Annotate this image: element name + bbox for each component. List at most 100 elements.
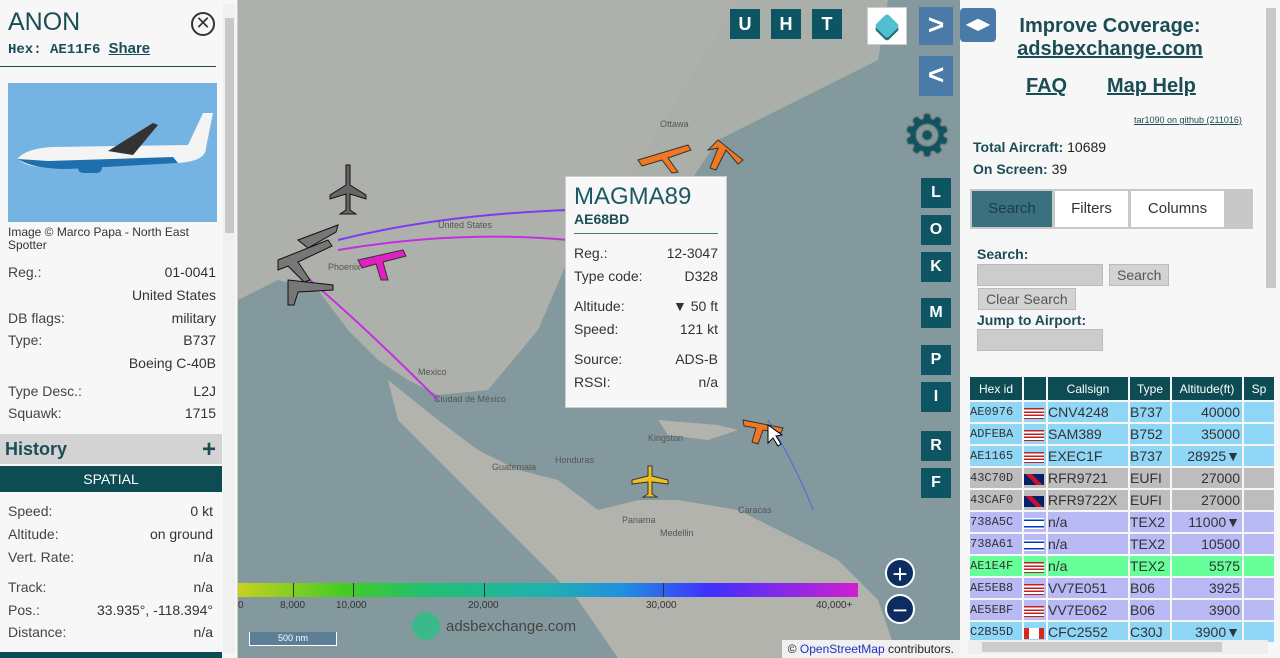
table-row[interactable]: 738A5C n/a TEX2 11000▼ bbox=[970, 512, 1274, 532]
column-header[interactable]: Hex id bbox=[970, 377, 1022, 400]
callsign-cell[interactable]: n/a bbox=[1048, 512, 1128, 532]
search-input[interactable] bbox=[977, 264, 1103, 286]
map-button-r[interactable]: R bbox=[921, 431, 951, 461]
column-header[interactable]: Type bbox=[1130, 377, 1170, 400]
callsign-cell[interactable]: EXEC1F bbox=[1048, 446, 1128, 466]
hex-cell[interactable]: ADFEBA bbox=[970, 424, 1022, 444]
tab-search[interactable]: Search bbox=[972, 191, 1052, 227]
clear-search-button[interactable]: Clear Search bbox=[978, 288, 1076, 310]
hex-cell[interactable]: AE0976 bbox=[970, 402, 1022, 422]
hex-cell[interactable]: C2B55D bbox=[970, 622, 1022, 642]
speed-cell[interactable] bbox=[1244, 446, 1274, 466]
type-cell[interactable]: B06 bbox=[1130, 600, 1170, 620]
chevron-right-icon[interactable]: > bbox=[919, 7, 953, 45]
table-row[interactable]: AE5EBF VV7E062 B06 3900 bbox=[970, 600, 1274, 620]
hex-cell[interactable]: AE5EBF bbox=[970, 600, 1022, 620]
zoom-out-button[interactable]: − bbox=[885, 594, 915, 624]
table-row[interactable]: ADFEBA SAM389 B752 35000 bbox=[970, 424, 1274, 444]
u-button[interactable]: U bbox=[730, 9, 760, 39]
map-button-p[interactable]: P bbox=[921, 345, 951, 375]
table-row[interactable]: AE5EB8 VV7E051 B06 3925 bbox=[970, 578, 1274, 598]
table-row[interactable]: AE1165 EXEC1F B737 28925▼ bbox=[970, 446, 1274, 466]
layers-button[interactable] bbox=[867, 7, 907, 45]
type-cell[interactable]: TEX2 bbox=[1130, 534, 1170, 554]
map-help-link[interactable]: Map Help bbox=[1107, 75, 1196, 98]
callsign-cell[interactable]: n/a bbox=[1048, 534, 1128, 554]
site-link[interactable]: adsbexchange.com bbox=[1000, 38, 1220, 61]
h-button[interactable]: H bbox=[771, 9, 801, 39]
tab-filters[interactable]: Filters bbox=[1055, 191, 1128, 227]
table-row[interactable]: 738A61 n/a TEX2 10500 bbox=[970, 534, 1274, 554]
callsign-cell[interactable]: SAM389 bbox=[1048, 424, 1128, 444]
altitude-cell[interactable]: 10500 bbox=[1172, 534, 1242, 554]
speed-cell[interactable] bbox=[1244, 402, 1274, 422]
speed-cell[interactable] bbox=[1244, 468, 1274, 488]
map-button-l[interactable]: L bbox=[921, 178, 951, 208]
altitude-cell[interactable]: 3925 bbox=[1172, 578, 1242, 598]
speed-cell[interactable] bbox=[1244, 622, 1274, 642]
close-icon[interactable]: ✕ bbox=[191, 12, 215, 36]
type-cell[interactable]: EUFI bbox=[1130, 490, 1170, 510]
map[interactable]: Ottawa United States Phoenix Mexico Ciud… bbox=[238, 0, 960, 658]
map-button-i[interactable]: I bbox=[921, 382, 951, 412]
type-cell[interactable]: B752 bbox=[1130, 424, 1170, 444]
speed-cell[interactable] bbox=[1244, 556, 1274, 576]
map-button-o[interactable]: O bbox=[921, 215, 951, 245]
hex-cell[interactable]: 738A5C bbox=[970, 512, 1022, 532]
scrollbar-thumb[interactable] bbox=[225, 18, 234, 233]
altitude-cell[interactable]: 3900▼ bbox=[1172, 622, 1242, 642]
callsign-cell[interactable]: CFC2552 bbox=[1048, 622, 1128, 642]
gear-icon[interactable]: ⚙ bbox=[902, 108, 952, 164]
plus-icon[interactable]: + bbox=[202, 436, 216, 464]
scrollbar-thumb[interactable] bbox=[982, 642, 1222, 652]
type-cell[interactable]: B737 bbox=[1130, 446, 1170, 466]
type-cell[interactable]: B06 bbox=[1130, 578, 1170, 598]
callsign-cell[interactable]: RFR9722X bbox=[1048, 490, 1128, 510]
share-link[interactable]: Share bbox=[108, 40, 150, 57]
type-cell[interactable]: C30J bbox=[1130, 622, 1170, 642]
faq-link[interactable]: FAQ bbox=[1026, 75, 1067, 98]
speed-cell[interactable] bbox=[1244, 424, 1274, 444]
type-cell[interactable]: TEX2 bbox=[1130, 512, 1170, 532]
column-header[interactable]: Altitude(ft) bbox=[1172, 377, 1242, 400]
speed-cell[interactable] bbox=[1244, 534, 1274, 554]
callsign-cell[interactable]: n/a bbox=[1048, 556, 1128, 576]
hex-cell[interactable]: 43C70D bbox=[970, 468, 1022, 488]
column-header[interactable]: Callsign bbox=[1048, 377, 1128, 400]
type-cell[interactable]: EUFI bbox=[1130, 468, 1170, 488]
table-row[interactable]: C2B55D CFC2552 C30J 3900▼ bbox=[970, 622, 1274, 642]
altitude-cell[interactable]: 35000 bbox=[1172, 424, 1242, 444]
altitude-cell[interactable]: 40000 bbox=[1172, 402, 1242, 422]
aircraft-photo[interactable] bbox=[8, 83, 217, 222]
toggle-sidebar-button[interactable]: ◀▶ bbox=[960, 8, 996, 42]
zoom-in-button[interactable]: + bbox=[885, 558, 915, 588]
altitude-cell[interactable]: 27000 bbox=[1172, 468, 1242, 488]
t-button[interactable]: T bbox=[812, 9, 842, 39]
hex-cell[interactable]: AE5EB8 bbox=[970, 578, 1022, 598]
osm-link[interactable]: OpenStreetMap bbox=[800, 642, 885, 656]
map-button-m[interactable]: M bbox=[921, 298, 951, 328]
callsign-cell[interactable]: RFR9721 bbox=[1048, 468, 1128, 488]
table-row[interactable]: 43C70D RFR9721 EUFI 27000 bbox=[970, 468, 1274, 488]
column-header[interactable] bbox=[1024, 377, 1046, 400]
altitude-cell[interactable]: 28925▼ bbox=[1172, 446, 1242, 466]
table-row[interactable]: AE0976 CNV4248 B737 40000 bbox=[970, 402, 1274, 422]
table-horizontal-scrollbar[interactable] bbox=[968, 640, 1268, 654]
altitude-cell[interactable]: 27000 bbox=[1172, 490, 1242, 510]
table-row[interactable]: AE1E4F n/a TEX2 5575 bbox=[970, 556, 1274, 576]
search-button[interactable]: Search bbox=[1109, 264, 1170, 286]
callsign-cell[interactable]: CNV4248 bbox=[1048, 402, 1128, 422]
tab-columns[interactable]: Columns bbox=[1131, 191, 1224, 227]
speed-cell[interactable] bbox=[1244, 512, 1274, 532]
sidebar-scrollbar[interactable] bbox=[1266, 8, 1276, 288]
altitude-cell[interactable]: 5575 bbox=[1172, 556, 1242, 576]
chevron-left-icon[interactable]: < bbox=[919, 56, 953, 96]
github-link[interactable]: tar1090 on github (211016) bbox=[1134, 115, 1242, 125]
map-button-k[interactable]: K bbox=[921, 252, 951, 282]
hex-cell[interactable]: AE1E4F bbox=[970, 556, 1022, 576]
altitude-cell[interactable]: 3900 bbox=[1172, 600, 1242, 620]
column-header[interactable]: Sp bbox=[1244, 377, 1274, 400]
callsign-cell[interactable]: VV7E062 bbox=[1048, 600, 1128, 620]
hex-cell[interactable]: 43CAF0 bbox=[970, 490, 1022, 510]
speed-cell[interactable] bbox=[1244, 578, 1274, 598]
